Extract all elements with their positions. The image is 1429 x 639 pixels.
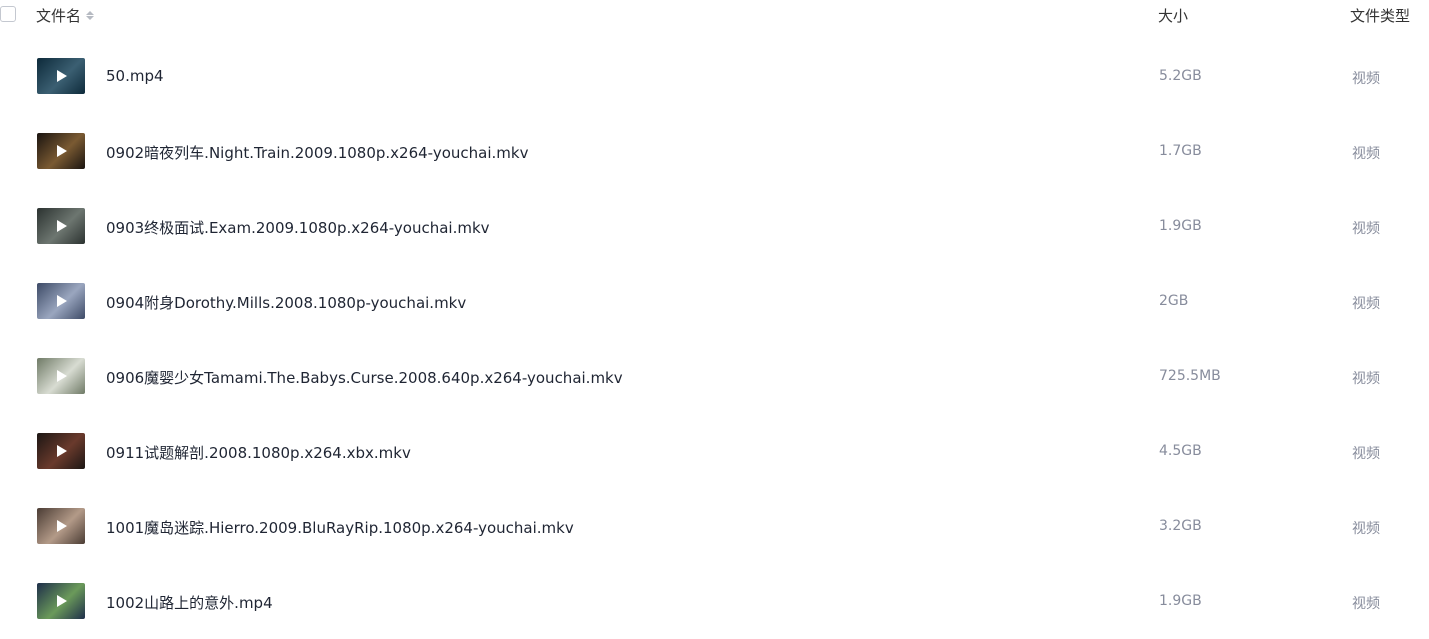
file-list-header: 文件名 大小 文件类型	[0, 0, 1429, 30]
file-name[interactable]: 1001魔岛迷踪.Hierro.2009.BluRayRip.1080p.x26…	[106, 517, 574, 538]
video-thumbnail[interactable]	[37, 583, 85, 619]
file-row[interactable]: 0906魔婴少女Tamami.The.Babys.Curse.2008.640p…	[0, 339, 1429, 414]
play-icon	[57, 295, 67, 307]
file-size: 725.5MB	[1159, 368, 1221, 384]
play-icon	[57, 445, 67, 457]
file-size: 1.9GB	[1159, 593, 1202, 609]
file-name[interactable]: 50.mp4	[106, 67, 164, 85]
select-all-checkbox[interactable]	[0, 6, 16, 22]
type-column-header[interactable]: 文件类型	[1350, 5, 1410, 26]
name-column-header[interactable]: 文件名	[36, 5, 95, 26]
file-size: 1.7GB	[1159, 143, 1202, 159]
file-size: 2GB	[1159, 293, 1189, 309]
file-name[interactable]: 0911试题解剖.2008.1080p.x264.xbx.mkv	[106, 442, 411, 463]
file-type: 视频	[1352, 596, 1380, 612]
file-size: 5.2GB	[1159, 68, 1202, 84]
file-name[interactable]: 0904附身Dorothy.Mills.2008.1080p-youchai.m…	[106, 292, 466, 313]
file-row[interactable]: 0904附身Dorothy.Mills.2008.1080p-youchai.m…	[0, 264, 1429, 339]
file-type: 视频	[1352, 221, 1380, 237]
play-icon	[57, 145, 67, 157]
file-size: 1.9GB	[1159, 218, 1202, 234]
play-icon	[57, 595, 67, 607]
file-name[interactable]: 0903终极面试.Exam.2009.1080p.x264-youchai.mk…	[106, 217, 490, 238]
video-thumbnail[interactable]	[37, 208, 85, 244]
file-row[interactable]: 0902暗夜列车.Night.Train.2009.1080p.x264-you…	[0, 114, 1429, 189]
file-name[interactable]: 1002山路上的意外.mp4	[106, 592, 273, 613]
video-thumbnail[interactable]	[37, 58, 85, 94]
video-thumbnail[interactable]	[37, 433, 85, 469]
video-thumbnail[interactable]	[37, 133, 85, 169]
file-row[interactable]: 1002山路上的意外.mp4 1.9GB 视频	[0, 564, 1429, 639]
file-row[interactable]: 0903终极面试.Exam.2009.1080p.x264-youchai.mk…	[0, 189, 1429, 264]
file-type: 视频	[1352, 146, 1380, 162]
play-icon	[57, 220, 67, 232]
file-row[interactable]: 50.mp4 5.2GB 视频	[0, 39, 1429, 114]
file-type: 视频	[1352, 71, 1380, 87]
play-icon	[57, 70, 67, 82]
file-size: 4.5GB	[1159, 443, 1202, 459]
file-type: 视频	[1352, 296, 1380, 312]
video-thumbnail[interactable]	[37, 358, 85, 394]
file-size: 3.2GB	[1159, 518, 1202, 534]
play-icon	[57, 520, 67, 532]
file-type: 视频	[1352, 371, 1380, 387]
video-thumbnail[interactable]	[37, 283, 85, 319]
size-column-header[interactable]: 大小	[1158, 5, 1188, 26]
file-name[interactable]: 0906魔婴少女Tamami.The.Babys.Curse.2008.640p…	[106, 367, 623, 388]
name-column-label: 文件名	[36, 7, 82, 25]
play-icon	[57, 370, 67, 382]
video-thumbnail[interactable]	[37, 508, 85, 544]
file-type: 视频	[1352, 446, 1380, 462]
file-list: 50.mp4 5.2GB 视频 0902暗夜列车.Night.Train.200…	[0, 39, 1429, 639]
sort-icon[interactable]	[86, 11, 95, 20]
file-name[interactable]: 0902暗夜列车.Night.Train.2009.1080p.x264-you…	[106, 142, 528, 163]
file-row[interactable]: 0911试题解剖.2008.1080p.x264.xbx.mkv 4.5GB 视…	[0, 414, 1429, 489]
file-type: 视频	[1352, 521, 1380, 537]
file-row[interactable]: 1001魔岛迷踪.Hierro.2009.BluRayRip.1080p.x26…	[0, 489, 1429, 564]
